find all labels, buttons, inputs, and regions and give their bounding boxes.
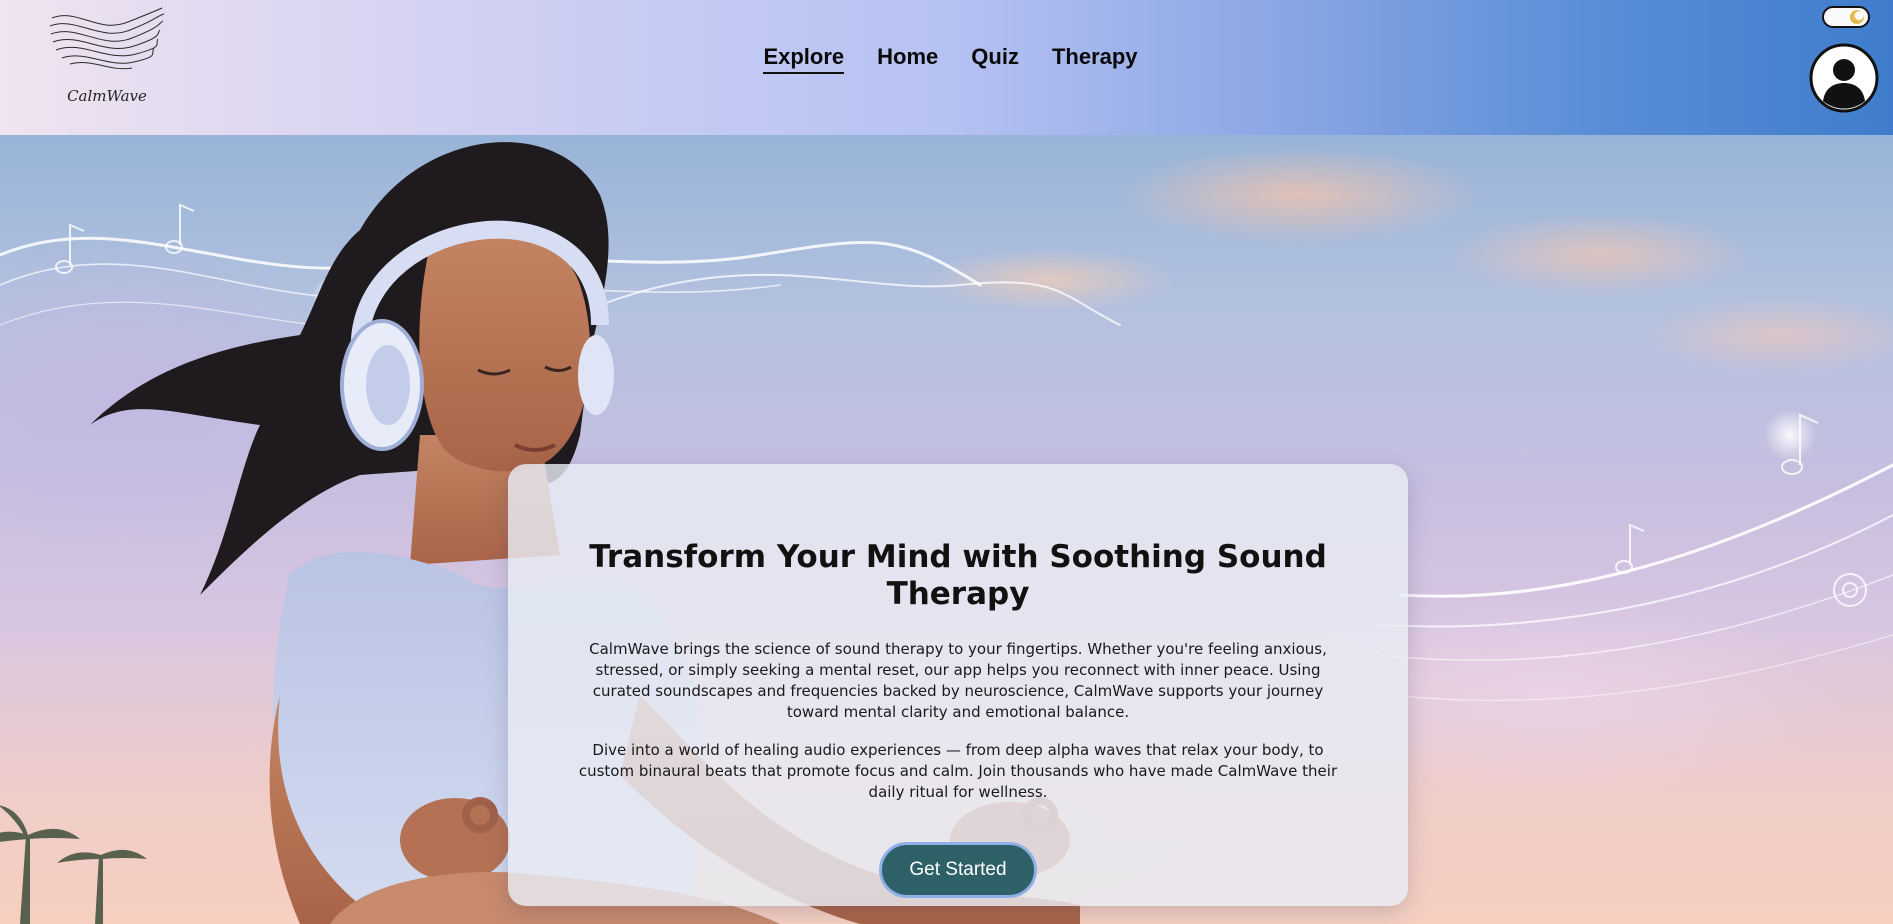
nav-explore[interactable]: Explore: [763, 44, 845, 74]
nav-therapy[interactable]: Therapy: [1052, 44, 1138, 74]
hero-intro-paragraph: CalmWave brings the science of sound the…: [589, 640, 1327, 722]
theme-toggle[interactable]: [1822, 6, 1870, 28]
hero-title: Transform Your Mind with Soothing Sound …: [589, 539, 1327, 613]
hero-card: Transform Your Mind with Soothing Sound …: [508, 464, 1408, 906]
profile-button[interactable]: [1809, 43, 1879, 113]
hero-detail-paragraph: Dive into a world of healing audio exper…: [578, 741, 1338, 802]
main-nav: Explore Home Quiz Therapy: [0, 44, 1893, 74]
top-navigation-bar: CalmWave Explore Home Quiz Therapy: [0, 0, 1893, 135]
user-avatar-icon: [1809, 43, 1879, 113]
nav-home[interactable]: Home: [877, 44, 938, 74]
get-started-button[interactable]: Get Started: [879, 842, 1037, 899]
moon-toggle-icon: [1850, 10, 1864, 24]
nav-quiz[interactable]: Quiz: [971, 44, 1019, 74]
hero-section: Transform Your Mind with Soothing Sound …: [0, 135, 1893, 924]
brand-name: CalmWave: [67, 87, 147, 105]
